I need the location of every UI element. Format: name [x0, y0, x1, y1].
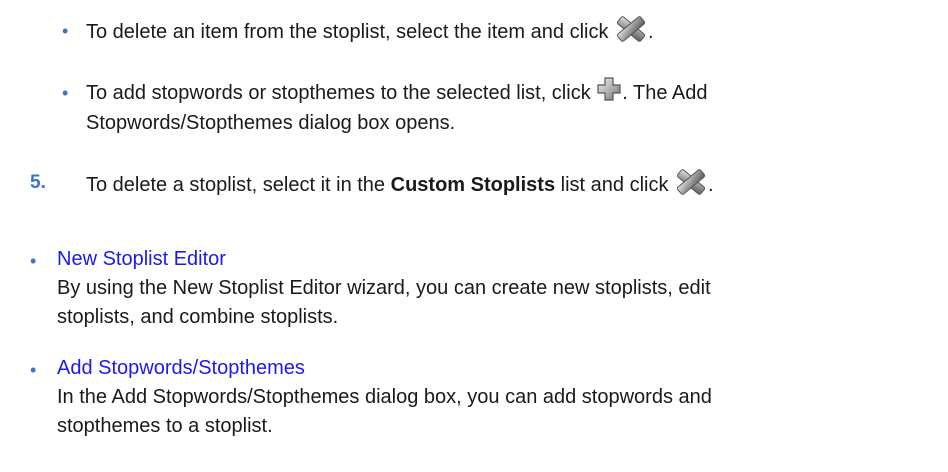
bullet: • [62, 83, 69, 103]
add-plus-icon [596, 76, 622, 102]
bullet: • [30, 360, 37, 380]
bullet: • [30, 251, 37, 271]
related-desc-line1: In the Add Stopwords/Stopthemes dialog b… [57, 386, 712, 408]
add-stopwords-text-before: To add stopwords or stopthemes to the se… [86, 82, 591, 104]
step-5-text-middle: list and click [560, 174, 669, 196]
add-stopwords-text: To add stopwords or stopthemes to the se… [86, 76, 708, 108]
bullet: • [62, 21, 69, 41]
custom-stoplists-label: Custom Stoplists [390, 174, 556, 196]
related-desc-line2: stoplists, and combine stoplists. [57, 306, 339, 328]
delete-x-icon [674, 167, 708, 197]
add-stopwords-text-line2: Stopwords/Stopthemes dialog box opens. [86, 112, 456, 134]
delete-item-text-after: . [648, 21, 654, 43]
step-5-text-before: To delete a stoplist, select it in the [86, 174, 386, 196]
step-5-text-after: . [708, 174, 714, 196]
related-desc-line2: stopthemes to a stoplist. [57, 415, 273, 437]
related-desc-line1: By using the New Stoplist Editor wizard,… [57, 277, 711, 299]
step-5-text: To delete a stoplist, select it in the C… [86, 167, 714, 200]
add-stopwords-stopthemes-link[interactable]: Add Stopwords/Stopthemes [57, 353, 305, 383]
delete-item-text: To delete an item from the stoplist, sel… [86, 14, 654, 47]
delete-x-icon [614, 14, 648, 44]
step-number: 5. [30, 172, 46, 193]
add-stopwords-text-after: . The Add [622, 82, 708, 104]
delete-item-text-before: To delete an item from the stoplist, sel… [86, 21, 609, 43]
new-stoplist-editor-link[interactable]: New Stoplist Editor [57, 244, 226, 274]
